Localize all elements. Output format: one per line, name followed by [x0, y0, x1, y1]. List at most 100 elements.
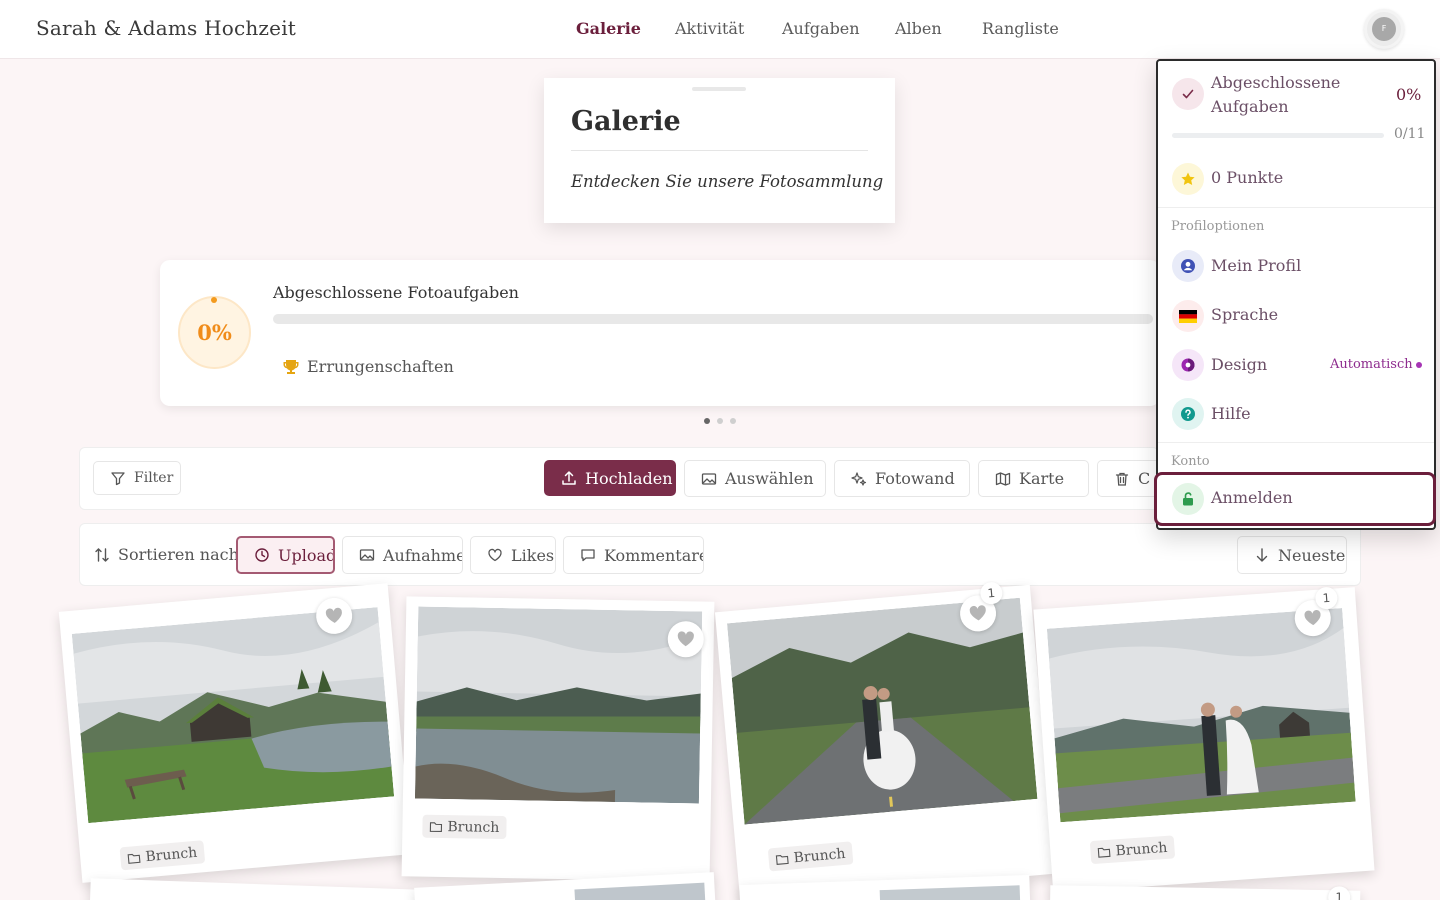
login-button[interactable]: Anmelden [1154, 472, 1436, 526]
progress-ring: 0% [178, 296, 251, 369]
photo-image-6[interactable] [574, 882, 706, 900]
card-handle [692, 87, 746, 91]
carousel-dot-1[interactable] [704, 418, 710, 424]
sort-capture-label: Aufnahme [383, 545, 463, 565]
photo-tasks-progress-card [160, 260, 1160, 406]
photowall-label: Fotowand [875, 469, 955, 488]
title-divider [571, 150, 868, 151]
photo-card-3[interactable]: 1 Brunch [714, 581, 1056, 900]
photo-card-2[interactable]: Brunch [401, 596, 715, 882]
top-header: Sarah & Adams Hochzeit Galerie Aktivität… [0, 0, 1440, 59]
avatar-button[interactable]: F [1364, 9, 1404, 49]
tasks-label: Abgeschlossene Aufgaben [1211, 73, 1341, 116]
map-label: Karte [1019, 469, 1065, 488]
heart-icon [969, 605, 986, 621]
progress-ring-indicator [211, 297, 217, 303]
album-tag-3[interactable]: Brunch [767, 841, 854, 872]
nav-galerie[interactable]: Galerie [576, 19, 641, 38]
album-tag-4[interactable]: Brunch [1089, 835, 1176, 865]
photo-image-3[interactable] [726, 597, 1038, 825]
tasks-progress-bar [1172, 133, 1384, 138]
carousel-dot-2[interactable] [717, 418, 723, 424]
nav-aktivitaet[interactable]: Aktivität [675, 19, 744, 38]
photo-image-4[interactable] [1046, 608, 1356, 823]
album-tag-1[interactable]: Brunch [119, 840, 206, 871]
photo-card-1[interactable]: Brunch [58, 583, 412, 883]
filter-button[interactable]: Filter [93, 461, 181, 495]
image-icon [701, 472, 717, 485]
image-icon [359, 549, 375, 561]
login-label: Anmelden [1211, 488, 1293, 507]
sort-order-button[interactable]: Neueste [1237, 536, 1347, 574]
photo-image-7[interactable] [879, 885, 1021, 900]
photo-image-2[interactable] [414, 606, 703, 804]
sort-upload-label: Upload [278, 545, 335, 565]
select-button[interactable]: Auswählen [684, 460, 826, 497]
filter-label: Filter [134, 470, 174, 486]
german-flag-icon [1172, 300, 1204, 332]
sort-likes-button[interactable]: Likes [470, 536, 556, 574]
page-title: Galerie [571, 106, 681, 137]
design-value: Automatisch [1330, 357, 1413, 372]
map-icon [995, 471, 1011, 486]
design-status-dot [1416, 362, 1422, 368]
tasks-percent: 0% [1396, 85, 1422, 104]
trophy-icon [282, 358, 300, 376]
heart-icon [1304, 610, 1321, 626]
select-label: Auswählen [725, 469, 814, 488]
avatar-initial: F [1372, 17, 1396, 41]
delete-label: C [1138, 469, 1151, 488]
folder-icon [1097, 847, 1111, 858]
trash-icon [1115, 472, 1129, 486]
delete-button[interactable]: C [1097, 460, 1159, 497]
map-button[interactable]: Karte [978, 460, 1089, 497]
brand-title[interactable]: Sarah & Adams Hochzeit [36, 16, 296, 40]
palette-icon [1172, 349, 1204, 381]
points-label: 0 Punkte [1211, 168, 1284, 187]
star-icon [1172, 163, 1204, 195]
menu-help[interactable]: Hilfe [1211, 404, 1251, 423]
page-subtitle: Entdecken Sie unsere Fotosammlung [571, 172, 884, 191]
arrow-down-icon [1256, 548, 1268, 562]
divider [1158, 442, 1434, 443]
filter-icon [111, 472, 125, 486]
nav-aufgaben[interactable]: Aufgaben [782, 19, 860, 38]
album-tag-label-1: Brunch [144, 844, 198, 865]
photo-image-1[interactable] [71, 607, 395, 824]
heart-outline-icon [488, 548, 502, 562]
achievements-link[interactable]: Errungenschaften [307, 357, 454, 376]
photo-card-4[interactable]: 1 Brunch [1033, 586, 1375, 893]
section-profile-options: Profiloptionen [1171, 219, 1265, 234]
gallery-title-card: Galerie Entdecken Sie unsere Fotosammlun… [544, 78, 895, 223]
sort-label: Sortieren nach [94, 545, 239, 564]
album-tag-label-2: Brunch [447, 818, 500, 836]
folder-icon [775, 854, 789, 865]
sort-capture-button[interactable]: Aufnahme [342, 536, 463, 574]
like-count-8: 1 [1328, 886, 1351, 900]
heart-icon [325, 607, 342, 623]
help-icon [1172, 398, 1204, 430]
divider [1158, 207, 1434, 208]
folder-icon [127, 853, 141, 864]
photo-card-5[interactable] [89, 878, 421, 900]
photowall-button[interactable]: Fotowand [834, 460, 970, 497]
sort-upload-button[interactable]: Upload [236, 536, 335, 574]
tasks-count: 0/11 [1394, 126, 1426, 142]
sort-comments-label: Kommentare [604, 545, 704, 565]
comment-icon [581, 549, 595, 562]
carousel-dot-3[interactable] [730, 418, 736, 424]
nav-alben[interactable]: Alben [895, 19, 942, 38]
like-count-4: 1 [1314, 586, 1339, 610]
upload-button[interactable]: Hochladen [544, 460, 676, 496]
menu-language[interactable]: Sprache [1211, 305, 1278, 324]
menu-design[interactable]: Design [1211, 355, 1267, 374]
check-icon [1172, 78, 1204, 110]
user-dropdown-menu: Abgeschlossene Aufgaben 0% 0/11 0 Punkte… [1154, 59, 1436, 530]
section-account: Konto [1171, 454, 1210, 469]
album-tag-2[interactable]: Brunch [422, 814, 507, 840]
photo-card-8[interactable]: 1 [1049, 885, 1361, 900]
sort-comments-button[interactable]: Kommentare [563, 536, 704, 574]
nav-rangliste[interactable]: Rangliste [982, 19, 1059, 38]
menu-my-profile[interactable]: Mein Profil [1211, 256, 1301, 275]
unlock-icon [1172, 483, 1204, 515]
